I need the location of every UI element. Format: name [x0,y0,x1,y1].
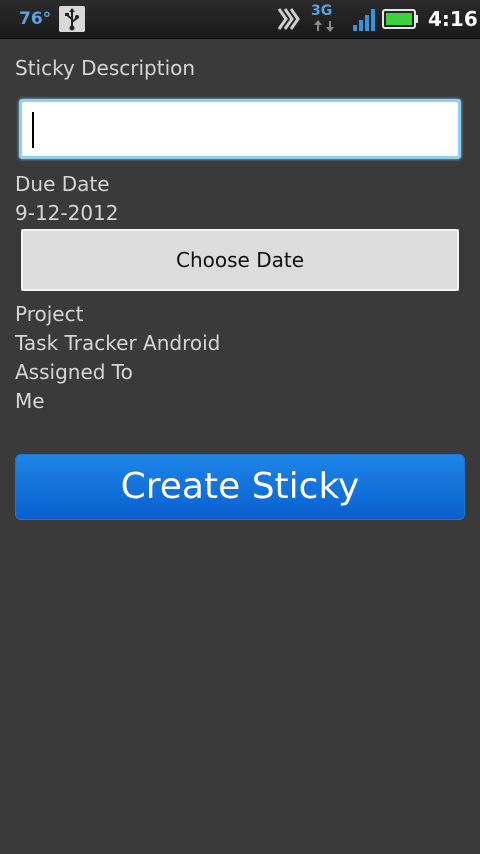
due-date-value: 9-12-2012 [15,201,119,225]
due-date-label: Due Date [15,172,110,196]
usb-icon [59,6,85,32]
sync-icon [276,6,300,32]
network-3g-icon: 3G [311,4,341,32]
assigned-to-label: Assigned To [15,360,133,384]
battery-icon [382,9,419,29]
create-sticky-button[interactable]: Create Sticky [15,454,465,520]
description-input[interactable] [19,99,461,159]
status-bar: 76° 3G 4:16 [0,0,480,39]
project-value: Task Tracker Android [15,331,221,355]
clock-text: 4:16 [428,7,478,31]
network-type-text: 3G [311,3,333,19]
choose-date-button[interactable]: Choose Date [21,229,459,291]
description-label: Sticky Description [15,56,196,80]
project-label: Project [15,302,84,326]
screen: 76° 3G 4:16 Sticky Description Due Date … [0,0,480,854]
signal-strength-icon [352,8,376,32]
temperature-text: 76° [19,9,52,29]
assigned-to-value: Me [15,389,45,413]
text-caret [32,112,34,148]
